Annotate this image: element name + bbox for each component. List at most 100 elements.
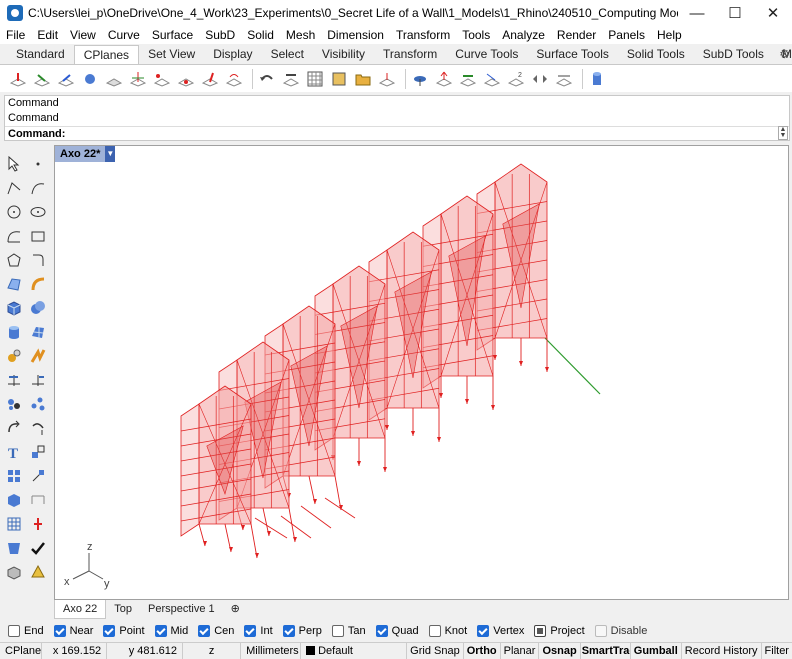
osnap-point[interactable]: Point	[103, 625, 145, 637]
menu-surface[interactable]: Surface	[146, 26, 199, 44]
vptab-perspective[interactable]: Perspective 1	[140, 600, 223, 618]
command-scroll[interactable]: ▲ ▼	[778, 126, 788, 140]
menu-tools[interactable]: Tools	[456, 26, 496, 44]
grid-icon[interactable]	[305, 69, 325, 89]
check-icon[interactable]	[28, 538, 48, 558]
menu-mesh[interactable]: Mesh	[280, 26, 321, 44]
tab-solid-tools[interactable]: Solid Tools	[618, 45, 694, 64]
surface-icon[interactable]	[4, 274, 24, 294]
vptab-top[interactable]: Top	[106, 600, 140, 618]
render-icon[interactable]	[4, 538, 24, 558]
scale-icon[interactable]	[28, 442, 48, 462]
osnap-near[interactable]: Near	[53, 625, 93, 637]
checkbox[interactable]	[375, 625, 388, 637]
menu-solid[interactable]: Solid	[241, 26, 280, 44]
status-smarttrack[interactable]: SmartTrack	[581, 642, 631, 659]
stretch-icon[interactable]	[28, 466, 48, 486]
rectangle-icon[interactable]	[28, 226, 48, 246]
ellipse-icon[interactable]	[28, 202, 48, 222]
cplane-3point-icon[interactable]	[152, 69, 172, 89]
gumball-icon[interactable]	[28, 514, 48, 534]
menu-view[interactable]: View	[64, 26, 102, 44]
menu-subd[interactable]: SubD	[199, 26, 241, 44]
block-icon[interactable]	[4, 490, 24, 510]
split-icon[interactable]	[28, 370, 48, 390]
status-planar[interactable]: Planar	[501, 642, 540, 659]
curve-icon[interactable]	[28, 178, 48, 198]
checkbox[interactable]	[477, 625, 490, 637]
fillet-curve-icon[interactable]	[28, 250, 48, 270]
tab-select[interactable]: Select	[262, 45, 313, 64]
status-units[interactable]: Millimeters	[241, 642, 302, 659]
cplane-top-icon[interactable]	[8, 69, 28, 89]
cplane-2d-icon[interactable]: 2	[506, 69, 526, 89]
maximize-button[interactable]: ☐	[716, 0, 754, 26]
cplane-up-icon[interactable]	[434, 69, 454, 89]
tab-set-view[interactable]: Set View	[139, 45, 204, 64]
minimize-button[interactable]: —	[678, 0, 716, 26]
cplane-front-icon[interactable]	[32, 69, 52, 89]
light-icon[interactable]	[28, 562, 48, 582]
osnap-vertex[interactable]: Vertex	[477, 625, 524, 637]
text-icon[interactable]: T	[4, 442, 24, 462]
box-icon[interactable]	[4, 298, 24, 318]
status-osnap[interactable]: Osnap	[539, 642, 581, 659]
tab-standard[interactable]: Standard	[0, 45, 74, 64]
cplane-flip-icon[interactable]	[482, 69, 502, 89]
undo-cplane-icon[interactable]	[257, 69, 277, 89]
redo-cplane-icon[interactable]	[281, 69, 301, 89]
status-cplane[interactable]: CPlane	[0, 642, 42, 659]
point-icon[interactable]	[28, 154, 48, 174]
open-folder-icon[interactable]	[353, 69, 373, 89]
model-scene[interactable]: z x y	[55, 146, 789, 600]
tab-cplanes[interactable]: CPlanes	[73, 45, 140, 64]
cplane-elevation-icon[interactable]	[128, 69, 148, 89]
rotate-icon[interactable]	[4, 418, 24, 438]
checkbox[interactable]	[244, 625, 257, 637]
checkbox[interactable]	[282, 625, 295, 637]
explode-icon[interactable]	[28, 346, 48, 366]
cplane-origin-icon[interactable]	[176, 69, 196, 89]
tab-subd-tools[interactable]: SubD Tools	[694, 45, 773, 64]
dimension-icon[interactable]	[28, 490, 48, 510]
viewport-axo[interactable]: Axo 22* ▼ zxy	[54, 145, 789, 600]
cplane-right-icon[interactable]	[56, 69, 76, 89]
status-layer[interactable]: Default	[301, 642, 408, 659]
status-record-history[interactable]: Record History	[682, 642, 762, 659]
status-gumball[interactable]: Gumball	[631, 642, 682, 659]
cplane-cylinder-icon[interactable]	[587, 69, 607, 89]
mesh-icon[interactable]	[28, 322, 48, 342]
circle-icon[interactable]	[4, 202, 24, 222]
status-ortho[interactable]: Ortho	[464, 642, 501, 659]
cplane-view-icon[interactable]	[377, 69, 397, 89]
vptab-axo22[interactable]: Axo 22	[54, 599, 107, 619]
command-prompt[interactable]: Command:	[5, 126, 789, 141]
cplane-surface-icon[interactable]	[104, 69, 124, 89]
add-viewport-icon[interactable]: ⊕	[223, 600, 248, 618]
status-grid-snap[interactable]: Grid Snap	[407, 642, 464, 659]
rotate-3d-icon[interactable]	[28, 418, 48, 438]
checkbox[interactable]	[331, 625, 344, 637]
osnap-end[interactable]: End	[8, 625, 44, 637]
menu-dimension[interactable]: Dimension	[321, 26, 390, 44]
checkbox[interactable]	[534, 625, 547, 637]
status-filter[interactable]: Filter	[762, 643, 792, 659]
menu-curve[interactable]: Curve	[102, 26, 146, 44]
boolean-union-icon[interactable]	[28, 298, 48, 318]
cplane-object-icon[interactable]	[80, 69, 100, 89]
array-icon[interactable]	[4, 466, 24, 486]
checkbox[interactable]	[428, 625, 441, 637]
cplane-exchange-icon[interactable]	[554, 69, 574, 89]
gears-icon[interactable]	[4, 346, 24, 366]
osnap-int[interactable]: Int	[244, 625, 273, 637]
checkbox[interactable]	[103, 625, 116, 637]
close-button[interactable]: ✕	[754, 0, 792, 26]
osnap-perp[interactable]: Perp	[282, 625, 322, 637]
checkbox[interactable]	[8, 625, 20, 637]
cplane-zaxis-icon[interactable]	[200, 69, 220, 89]
menu-help[interactable]: Help	[651, 26, 688, 44]
osnap-quad[interactable]: Quad	[375, 625, 419, 637]
cplane-nav-icon[interactable]	[530, 69, 550, 89]
grid-array-icon[interactable]	[4, 514, 24, 534]
menu-panels[interactable]: Panels	[602, 26, 651, 44]
